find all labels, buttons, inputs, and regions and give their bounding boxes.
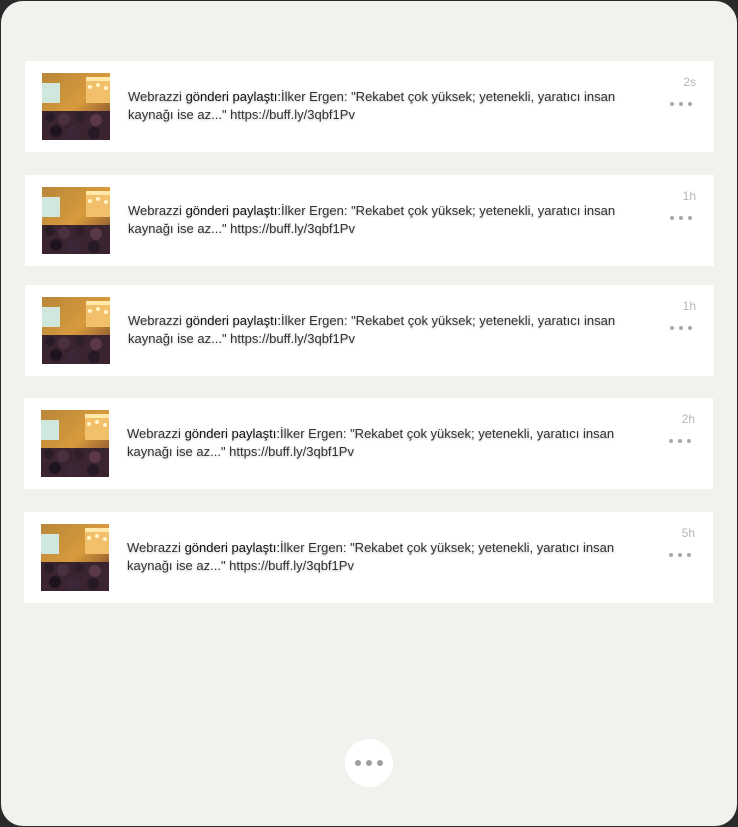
post-thumbnail	[42, 187, 110, 254]
post-action: gönderi paylaştı:	[185, 203, 281, 218]
feed-item[interactable]: Webrazzi gönderi paylaştı:İlker Ergen: "…	[25, 175, 714, 266]
notification-panel: Webrazzi gönderi paylaştı:İlker Ergen: "…	[1, 1, 737, 826]
post-author[interactable]: Webrazzi	[127, 426, 181, 441]
post-author[interactable]: Webrazzi	[128, 313, 182, 328]
post-text: Webrazzi gönderi paylaştı:İlker Ergen: "…	[128, 202, 628, 238]
post-author[interactable]: Webrazzi	[128, 203, 182, 218]
post-thumbnail	[41, 410, 109, 477]
post-time: 5h	[681, 526, 695, 540]
post-text: Webrazzi gönderi paylaştı:İlker Ergen: "…	[128, 312, 628, 348]
load-more-button[interactable]	[345, 739, 393, 787]
post-time: 1h	[682, 189, 696, 203]
more-options-icon[interactable]	[670, 213, 692, 223]
post-text: Webrazzi gönderi paylaştı:İlker Ergen: "…	[127, 425, 627, 461]
dot-icon	[377, 760, 383, 766]
post-thumbnail	[42, 73, 110, 140]
feed-item[interactable]: Webrazzi gönderi paylaştı:İlker Ergen: "…	[24, 398, 713, 489]
dot-icon	[355, 760, 361, 766]
feed-item[interactable]: Webrazzi gönderi paylaştı:İlker Ergen: "…	[25, 285, 714, 376]
post-text: Webrazzi gönderi paylaştı:İlker Ergen: "…	[127, 539, 627, 575]
more-options-icon[interactable]	[669, 436, 691, 446]
post-time: 2s	[683, 75, 696, 89]
post-thumbnail	[41, 524, 109, 591]
post-time: 1h	[682, 299, 696, 313]
post-action: gönderi paylaştı:	[185, 313, 281, 328]
more-options-icon[interactable]	[670, 323, 692, 333]
more-options-icon[interactable]	[669, 550, 691, 560]
feed-item[interactable]: Webrazzi gönderi paylaştı:İlker Ergen: "…	[24, 512, 713, 603]
feed-item[interactable]: Webrazzi gönderi paylaştı:İlker Ergen: "…	[25, 61, 714, 152]
post-action: gönderi paylaştı:	[184, 426, 280, 441]
post-author[interactable]: Webrazzi	[128, 89, 182, 104]
post-action: gönderi paylaştı:	[184, 540, 280, 555]
more-options-icon[interactable]	[670, 99, 692, 109]
post-action: gönderi paylaştı:	[185, 89, 281, 104]
dot-icon	[366, 760, 372, 766]
post-time: 2h	[681, 412, 695, 426]
post-author[interactable]: Webrazzi	[127, 540, 181, 555]
post-text: Webrazzi gönderi paylaştı:İlker Ergen: "…	[128, 88, 628, 124]
post-thumbnail	[42, 297, 110, 364]
